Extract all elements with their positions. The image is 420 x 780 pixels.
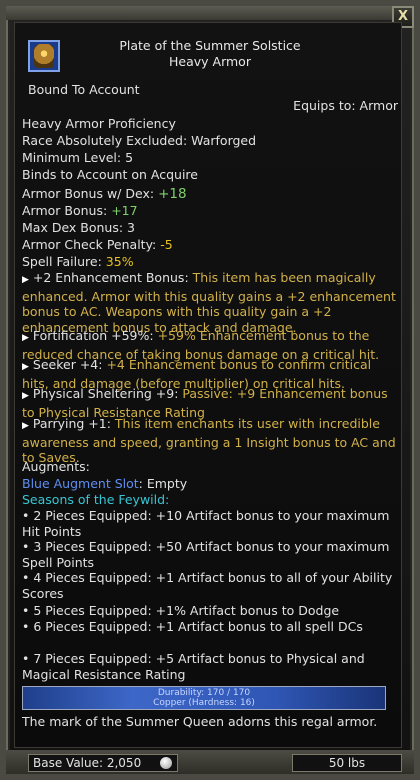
set-bonus-6: • 6 Pieces Equipped: +1 Artifact bonus t… xyxy=(22,619,363,634)
item-name: Plate of the Summer Solstice xyxy=(119,38,301,53)
spell-failure-value: 35% xyxy=(105,254,134,269)
armor-bonus-dex-row: Armor Bonus w/ Dex: +18 xyxy=(22,186,400,203)
set-bonus-4: • 4 Pieces Equipped: +1 Artifact bonus t… xyxy=(22,570,393,601)
spell-failure-label: Spell Failure: xyxy=(22,254,106,269)
proficiency-text: Heavy Armor Proficiency xyxy=(22,116,176,131)
set-bonus-2: • 2 Pieces Equipped: +10 Artifact bonus … xyxy=(22,508,390,539)
arrow-right-icon: ▶ xyxy=(22,333,29,343)
effect-name: Seeker +4: xyxy=(32,357,103,372)
durability-text: Durability: 170 / 170 xyxy=(157,688,251,698)
spell-failure-row: Spell Failure: 35% xyxy=(22,254,400,270)
check-penalty-row: Armor Check Penalty: -5 xyxy=(22,237,400,253)
check-penalty-label: Armor Check Penalty: xyxy=(22,237,161,252)
arrow-right-icon: ▶ xyxy=(22,362,29,372)
base-value: Base Value: 2,050 xyxy=(28,754,178,772)
set-name: Seasons of the Feywild: xyxy=(22,492,170,507)
armor-bonus-label: Armor Bonus: xyxy=(22,203,112,218)
effect-name: Fortification +59%: xyxy=(32,328,154,343)
armor-bonus-dex-value: +18 xyxy=(158,186,187,202)
set-bonus-7: • 7 Pieces Equipped: +5 Artifact bonus t… xyxy=(22,651,365,682)
min-level-text: Minimum Level: 5 xyxy=(22,150,134,165)
race-excluded-text: Race Absolutely Excluded: Warforged xyxy=(22,133,257,148)
effect-name: Physical Sheltering +9: xyxy=(32,386,179,401)
binds-text: Binds to Account on Acquire xyxy=(22,167,198,182)
title-bar[interactable] xyxy=(6,6,414,20)
binding-text: Bound To Account xyxy=(28,82,140,97)
arrow-right-icon: ▶ xyxy=(22,421,29,431)
set-bonus-3: • 3 Pieces Equipped: +50 Artifact bonus … xyxy=(22,539,390,570)
flavor-text: The mark of the Summer Queen adorns this… xyxy=(22,714,378,729)
effect-name: +2 Enhancement Bonus: xyxy=(32,270,189,285)
check-penalty-value: -5 xyxy=(160,237,173,252)
arrow-right-icon: ▶ xyxy=(22,391,29,401)
armor-bonus-value: +17 xyxy=(111,203,138,218)
armor-plate-icon xyxy=(28,40,60,72)
effect-name: Parrying +1: xyxy=(32,416,111,431)
effect-physical-sheltering: ▶ Physical Sheltering +9: Passive: +9 En… xyxy=(22,386,400,420)
augment-slot-value: : Empty xyxy=(138,476,188,491)
silver-coin-icon xyxy=(160,757,172,769)
augment-slot[interactable]: Blue Augment Slot: Empty xyxy=(22,476,400,492)
armor-bonus-row: Armor Bonus: +17 xyxy=(22,203,400,219)
item-weight: 50 lbs xyxy=(292,754,402,772)
arrow-right-icon: ▶ xyxy=(22,275,29,285)
max-dex-text: Max Dex Bonus: 3 xyxy=(22,220,136,235)
item-type: Heavy Armor xyxy=(169,54,251,69)
set-bonus-5: • 5 Pieces Equipped: +1% Artifact bonus … xyxy=(22,603,340,618)
item-title: Plate of the Summer Solstice Heavy Armor xyxy=(60,38,360,70)
augments-label: Augments: xyxy=(22,459,90,474)
effect-enhancement: ▶ +2 Enhancement Bonus: This item has be… xyxy=(22,270,400,335)
armor-bonus-dex-label: Armor Bonus w/ Dex: xyxy=(22,186,159,201)
durability-bar: Durability: 170 / 170 Copper (Hardness: … xyxy=(22,686,386,710)
augment-slot-name: Blue Augment Slot xyxy=(22,476,139,491)
material-text: Copper (Hardness: 16) xyxy=(153,698,255,708)
equips-to-text: Equips to: Armor xyxy=(293,98,398,113)
